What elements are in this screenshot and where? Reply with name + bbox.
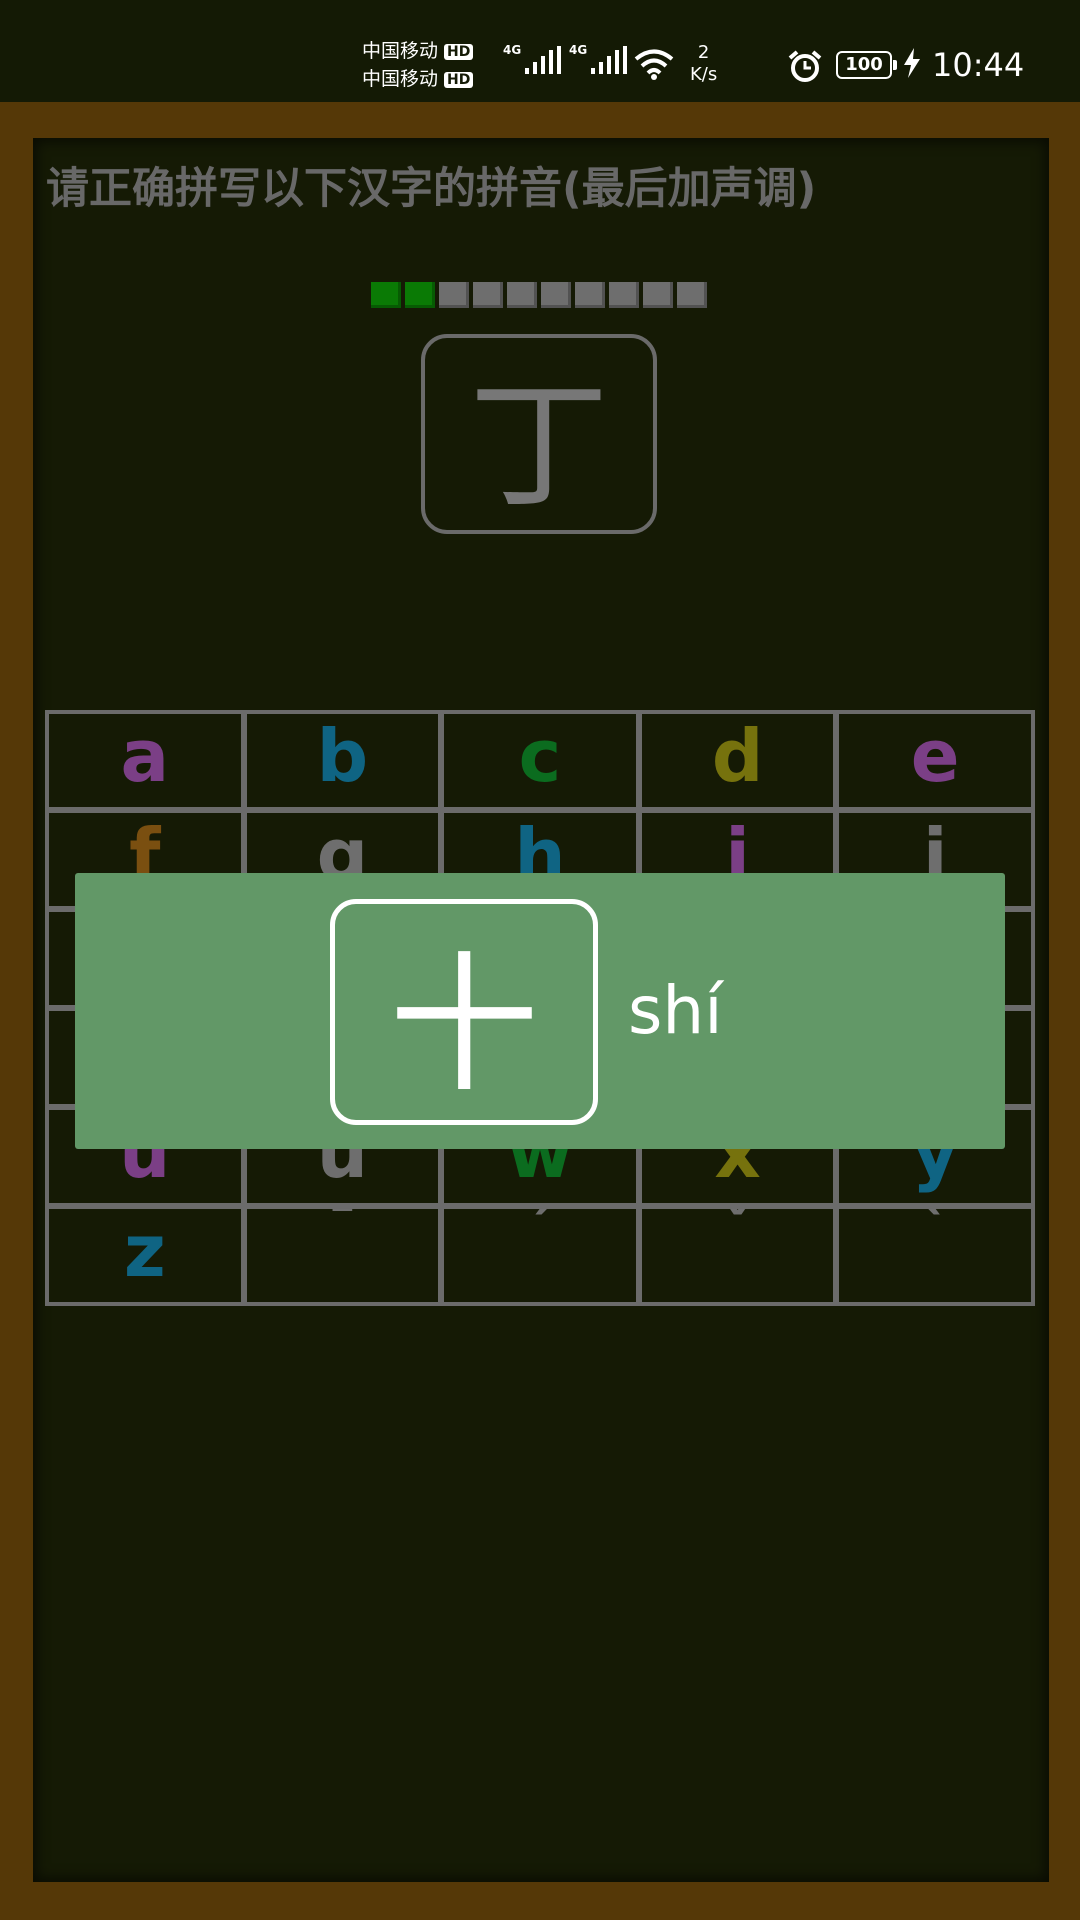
key-label: a (120, 714, 170, 798)
progress-step (541, 282, 571, 308)
letter-key[interactable]: e (839, 714, 1031, 807)
progress-indicator (371, 282, 711, 308)
progress-step (507, 282, 537, 308)
alarm-icon (788, 50, 822, 82)
key-label: c (518, 714, 562, 798)
key-label: d (711, 714, 764, 798)
network-type-label: 4G (503, 43, 522, 57)
key-label: e (910, 714, 960, 798)
carrier-1: 中国移动 HD (362, 40, 474, 62)
battery-level: 100 (845, 54, 883, 75)
tone-key[interactable]: ˊ (444, 1209, 636, 1302)
key-label: ˊ (523, 1209, 556, 1270)
battery-icon: 100 (836, 51, 897, 79)
question-char: 丁 (468, 365, 609, 528)
progress-step (643, 282, 673, 308)
status-bar: 中国移动 HD 中国移动 HD 4G 4G 2 K/s 100 10:44 (0, 0, 1080, 102)
answer-char-box: 十 (330, 899, 598, 1125)
hd-badge: HD (444, 72, 474, 88)
progress-step (575, 282, 605, 308)
net-speed: 2 K/s (690, 42, 717, 86)
net-speed-unit: K/s (690, 64, 718, 85)
key-label: ˋ (919, 1209, 952, 1270)
progress-step (405, 282, 435, 308)
tone-key[interactable]: ˋ (839, 1209, 1031, 1302)
carrier-2: 中国移动 HD (362, 68, 474, 90)
question-char-box: 丁 (421, 334, 657, 534)
tone-key[interactable]: ˉ (246, 1209, 439, 1302)
hd-badge: HD (444, 44, 474, 60)
net-speed-value: 2 (697, 42, 710, 63)
carrier-1-label: 中国移动 (362, 40, 439, 62)
letter-key[interactable]: b (246, 714, 439, 807)
letter-key[interactable]: c (444, 714, 636, 807)
progress-step (371, 282, 401, 308)
charging-icon (904, 48, 920, 78)
key-label: ˇ (721, 1209, 754, 1270)
letter-key[interactable]: z (49, 1209, 241, 1302)
progress-step (473, 282, 503, 308)
progress-step (609, 282, 639, 308)
signal-bars-icon (591, 46, 627, 74)
instruction-text: 请正确拼写以下汉字的拼音(最后加声调) (46, 164, 817, 214)
progress-step (439, 282, 469, 308)
answer-char: 十 (388, 938, 539, 1113)
carrier-2-label: 中国移动 (362, 68, 439, 90)
letter-key[interactable]: a (49, 714, 241, 807)
clock: 10:44 (932, 46, 1025, 84)
key-label: ˉ (326, 1209, 359, 1270)
key-label: z (123, 1209, 166, 1293)
letter-key[interactable]: d (641, 714, 834, 807)
network-type-label: 4G (569, 43, 588, 57)
key-label: b (316, 714, 369, 798)
signal-bars-icon (525, 46, 561, 74)
screen: 中国移动 HD 中国移动 HD 4G 4G 2 K/s 100 10:44 请正… (0, 0, 1080, 1920)
wifi-icon (634, 49, 674, 80)
progress-step (677, 282, 707, 308)
answer-pinyin: shí (628, 972, 723, 1049)
tone-key[interactable]: ˇ (641, 1209, 834, 1302)
answer-popup[interactable]: 十 shí (75, 873, 1005, 1149)
